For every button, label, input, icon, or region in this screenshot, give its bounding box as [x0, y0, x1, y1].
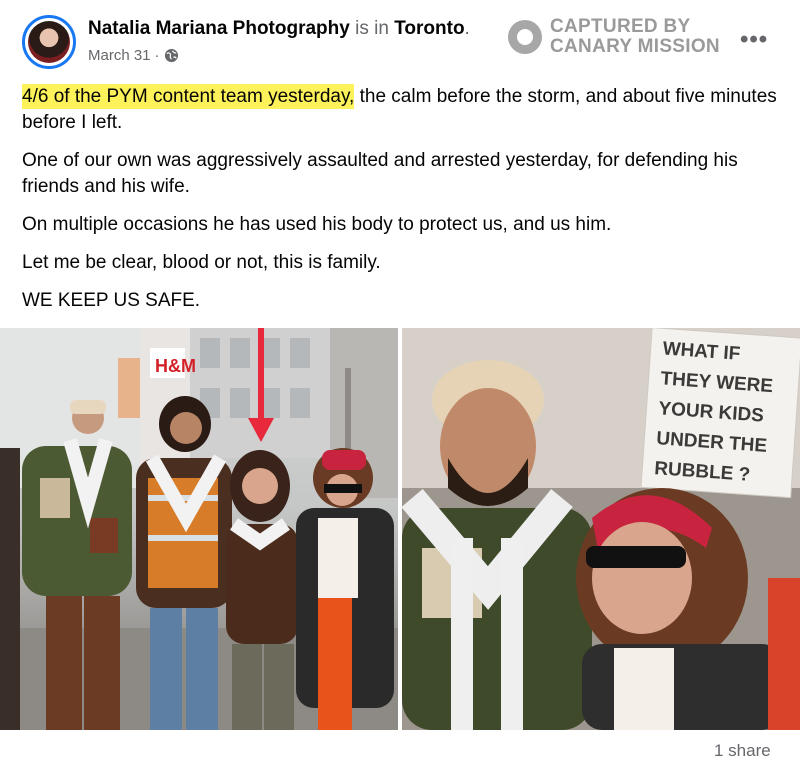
location-link[interactable]: Toronto: [394, 18, 464, 39]
post-photos: H&M WHAT IF THEY WERE YOUR KIDS UNDER TH…: [0, 328, 800, 730]
post-body: 4/6 of the PYM content team yesterday, t…: [22, 84, 782, 326]
highlighted-text: 4/6 of the PYM content team yesterday,: [22, 84, 355, 109]
post-header: Natalia Mariana Photography is in Toront…: [0, 0, 800, 74]
post-paragraph-2: One of our own was aggressively assaulte…: [22, 150, 738, 197]
post-meta: March 31 ·: [88, 47, 179, 64]
post-paragraph-3: On multiple occasions he has used his bo…: [22, 214, 612, 235]
group-photo-illustration: H&M: [0, 328, 398, 730]
post-paragraph-1: 4/6 of the PYM content team yesterday, t…: [22, 84, 782, 136]
watermark-line-2: CANARY MISSION: [550, 36, 720, 57]
post-paragraph-5: WE KEEP US SAFE.: [22, 290, 201, 311]
closeup-photo-illustration: WHAT IF THEY WERE YOUR KIDS UNDER THE RU…: [402, 328, 800, 730]
author-line: Natalia Mariana Photography is in Toront…: [88, 18, 470, 40]
more-options-icon[interactable]: •••: [740, 26, 768, 54]
globe-icon[interactable]: [164, 48, 179, 63]
share-count-link[interactable]: 1 share: [714, 741, 771, 761]
post-paragraph-4: Let me be clear, blood or not, this is f…: [22, 252, 381, 273]
date-separator: ·: [154, 47, 160, 64]
store-sign-text: H&M: [155, 356, 196, 376]
author-avatar[interactable]: [22, 15, 76, 69]
person-3: [226, 450, 298, 730]
author-name-link[interactable]: Natalia Mariana Photography: [88, 18, 350, 39]
photo-closeup-right[interactable]: WHAT IF THEY WERE YOUR KIDS UNDER THE RU…: [402, 328, 800, 730]
photo-group-left[interactable]: H&M: [0, 328, 398, 730]
canary-seal-icon: [508, 20, 542, 54]
protest-sign: WHAT IF THEY WERE YOUR KIDS UNDER THE RU…: [640, 328, 800, 499]
post-date-link[interactable]: March 31: [88, 47, 151, 64]
location-suffix: .: [464, 18, 470, 39]
watermark-text: CAPTURED BY CANARY MISSION: [550, 17, 720, 57]
watermark-line-1: CAPTURED BY: [550, 16, 691, 37]
canary-mission-watermark: CAPTURED BY CANARY MISSION: [508, 17, 720, 57]
location-connector: is in: [349, 18, 395, 39]
avatar-photo: [28, 21, 70, 63]
